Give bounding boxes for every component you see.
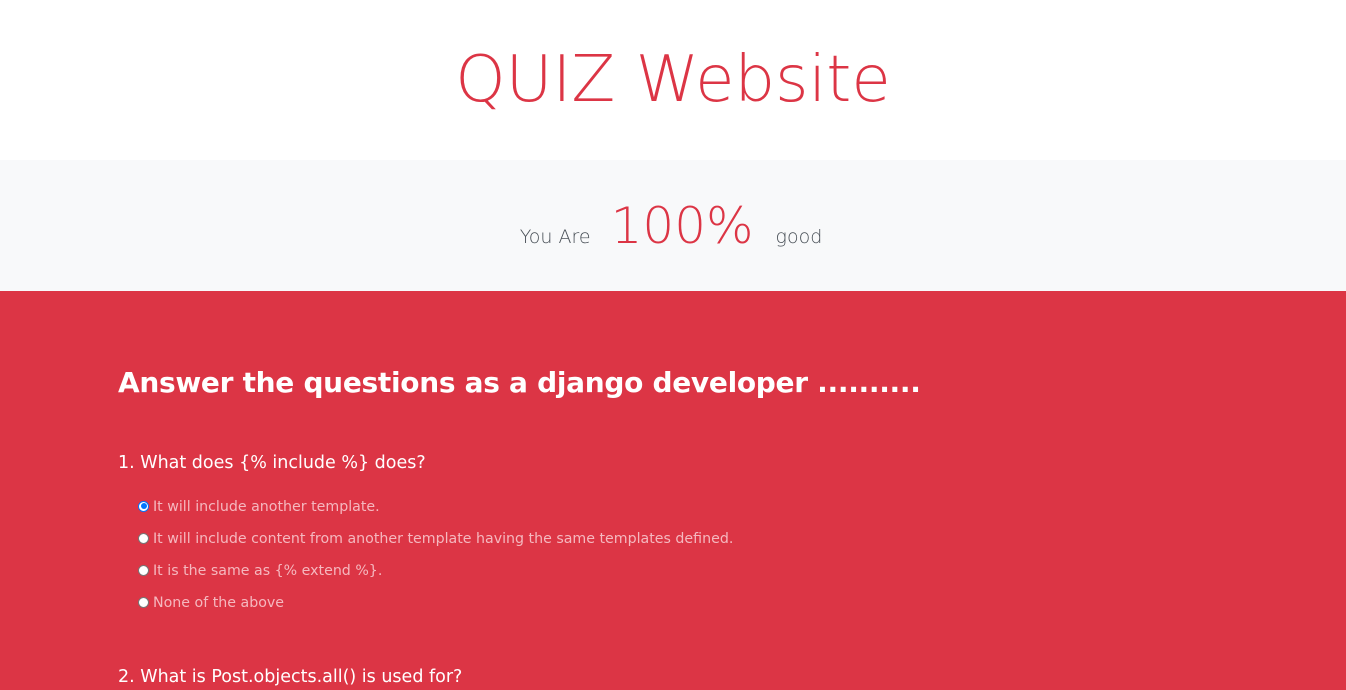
question-text: 2. What is Post.objects.all() is used fo… (118, 667, 463, 687)
answer-option-1[interactable]: It will include another template. (138, 491, 733, 523)
radio-icon[interactable] (138, 532, 149, 544)
radio-selected-icon[interactable] (138, 500, 149, 512)
answer-option-3[interactable]: It is the same as {% extend %}. (138, 555, 733, 587)
answer-option-2[interactable]: It will include content from another tem… (138, 523, 733, 555)
quiz-section: Answer the questions as a django develop… (0, 291, 1346, 690)
answer-option-4[interactable]: None of the above (138, 587, 733, 619)
quiz-heading: Answer the questions as a django develop… (118, 366, 921, 399)
score-value: 100% (610, 196, 754, 255)
question-2: 2. What is Post.objects.all() is used fo… (118, 667, 462, 687)
radio-icon[interactable] (138, 564, 149, 576)
answer-option-label[interactable]: It will include another template. (153, 499, 380, 515)
site-header: QUIZ Website (0, 0, 1346, 160)
site-title: QUIZ Website (455, 43, 891, 117)
score-prefix: You Are (519, 225, 591, 248)
score-line: You Are 100% good (520, 197, 823, 255)
question-1: 1. What does {% include %} does? (118, 453, 426, 473)
question-text: 1. What does {% include %} does? (118, 453, 426, 473)
answer-option-label[interactable]: It will include content from another tem… (153, 531, 733, 547)
radio-icon[interactable] (138, 596, 149, 608)
answer-option-label[interactable]: None of the above (153, 595, 284, 611)
score-suffix: good (775, 225, 823, 248)
answer-option-label[interactable]: It is the same as {% extend %}. (153, 563, 382, 579)
score-banner: You Are 100% good (0, 160, 1346, 291)
question-1-options: It will include another template. It wil… (138, 491, 733, 619)
